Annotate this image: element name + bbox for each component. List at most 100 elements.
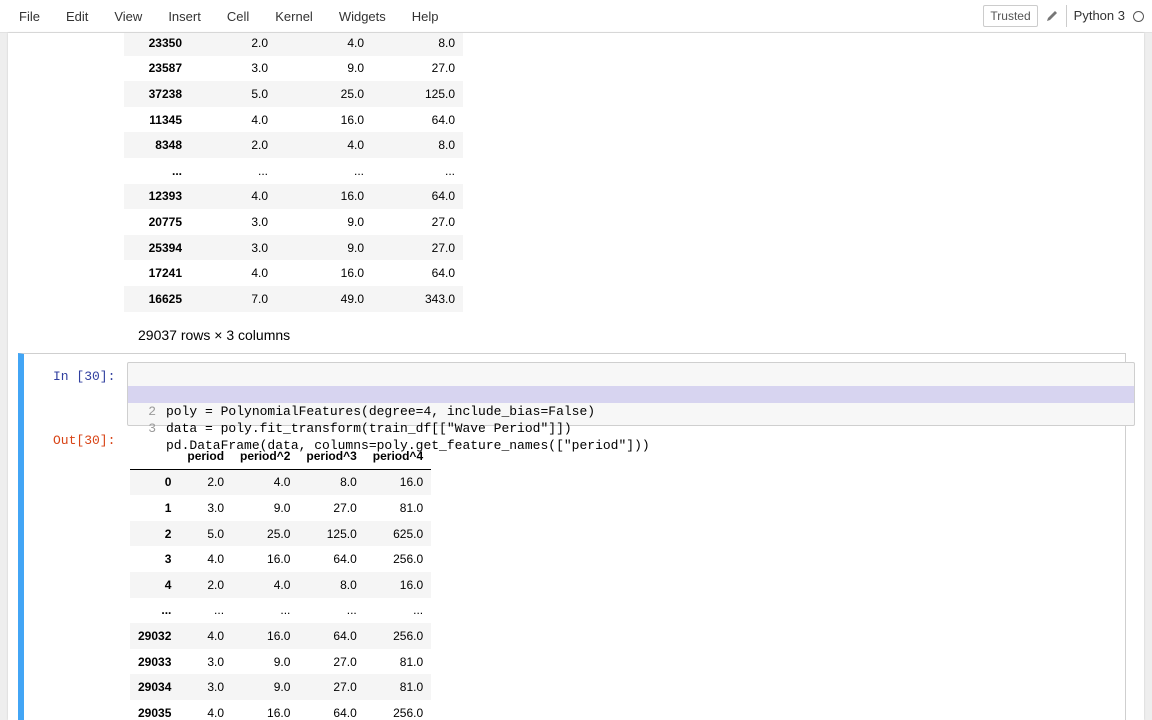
row-index: 12393 — [148, 189, 182, 204]
code-text[interactable]: data = poly.fit_transform(train_df[["Wav… — [166, 420, 572, 437]
table-cell: 25.0 — [340, 86, 364, 101]
table-cell: 16.0 — [399, 577, 424, 592]
table-row: 11345 4.0 16.0 64.0 — [124, 107, 463, 133]
table-cell: 4.0 — [251, 112, 268, 127]
menu-widgets[interactable]: Widgets — [326, 0, 399, 33]
kernel-name[interactable]: Python 3 — [1065, 5, 1125, 27]
rows-summary: 29037 rows × 3 columns — [138, 327, 291, 343]
table-header-row: period period^2 period^3 period^4 — [130, 443, 432, 470]
menu-cell[interactable]: Cell — [214, 0, 262, 33]
row-index: 23350 — [148, 35, 182, 50]
menu-file[interactable]: File — [0, 0, 53, 33]
table-cell: 7.0 — [251, 291, 268, 306]
code-line-active[interactable]: 2 data = poly.fit_transform(train_df[["W… — [128, 386, 1134, 436]
table-row: 29035 4.0 16.0 64.0 256.0 — [130, 700, 431, 720]
row-index: 3 — [164, 552, 172, 567]
table-cell: 9.0 — [347, 61, 364, 76]
table-row: ............ — [124, 158, 463, 184]
pencil-icon[interactable] — [1044, 8, 1060, 24]
row-index: 1 — [164, 500, 172, 515]
table-cell: 81.0 — [399, 500, 424, 515]
column-header: period — [179, 443, 233, 470]
table-cell: 3.0 — [251, 240, 268, 255]
column-header: period^2 — [232, 443, 299, 470]
table-cell: 4.0 — [273, 475, 291, 490]
table-cell: 3.0 — [207, 680, 225, 695]
table-row: 3 4.0 16.0 64.0 256.0 — [130, 546, 431, 572]
trusted-indicator[interactable]: Trusted — [983, 5, 1038, 27]
table-cell: 3.0 — [251, 214, 268, 229]
row-index: 0 — [164, 475, 172, 490]
table-cell: 16.0 — [267, 552, 291, 567]
table-row: 16625 7.0 49.0 343.0 — [124, 285, 463, 312]
table-cell: 16.0 — [399, 475, 424, 490]
table-cell: 9.0 — [273, 654, 291, 669]
menu-edit[interactable]: Edit — [53, 0, 101, 33]
table-cell: 625.0 — [393, 526, 424, 541]
code-editor[interactable]: 1 poly = PolynomialFeatures(degree=4, in… — [127, 362, 1135, 453]
table-row: 25394 3.0 9.0 27.0 — [124, 234, 463, 261]
table-cell: 256.0 — [393, 552, 424, 567]
row-index: 29032 — [138, 628, 172, 643]
table-cell: 64.0 — [333, 705, 357, 720]
menu-insert[interactable]: Insert — [155, 0, 214, 33]
table-cell: 81.0 — [399, 654, 424, 669]
row-index: 17241 — [148, 266, 182, 281]
table-cell: 49.0 — [340, 291, 364, 306]
table-cell: 2.0 — [207, 475, 225, 490]
menu-bar: File Edit View Insert Cell Kernel Widget… — [0, 0, 1152, 33]
table-cell: 3.0 — [207, 500, 225, 515]
column-header: period^3 — [298, 443, 365, 470]
column-header: period^4 — [364, 443, 432, 470]
table-cell: 16.0 — [340, 266, 364, 281]
table-cell: 64.0 — [333, 552, 357, 567]
table-cell: 4.0 — [207, 705, 225, 720]
table-cell: 9.0 — [347, 240, 364, 255]
notebook-page: 23350 2.0 4.0 8.0 23587 3.0 9.0 27.0 37238 5.0 25.… — [8, 33, 1144, 720]
table-row: 17241 4.0 16.0 64.0 — [124, 260, 463, 286]
code-cell[interactable]: In [30]: 1 poly = PolynomialFeatures(deg… — [18, 353, 1135, 720]
table-cell: 16.0 — [267, 705, 291, 720]
code-line[interactable]: 1 poly = PolynomialFeatures(degree=4, in… — [128, 369, 1134, 419]
table-cell: ... — [257, 163, 268, 178]
table-cell: 4.0 — [207, 552, 225, 567]
row-index: 4 — [164, 577, 172, 592]
table-cell: ... — [214, 603, 225, 618]
table-cell: 27.0 — [333, 654, 357, 669]
menu-view[interactable]: View — [101, 0, 155, 33]
table-cell: 8.0 — [438, 35, 455, 50]
table-cell: 2.0 — [251, 138, 268, 153]
table-cell: 343.0 — [424, 291, 455, 306]
menu-kernel[interactable]: Kernel — [262, 0, 326, 33]
previous-output-dataframe: 23350 2.0 4.0 8.0 23587 3.0 9.0 27.0 37238 5.0 25.… — [124, 33, 463, 312]
row-index: 11345 — [149, 112, 182, 127]
table-cell: 27.0 — [431, 214, 455, 229]
table-row: 4 2.0 4.0 8.0 16.0 — [130, 571, 432, 598]
table-cell: 125.0 — [326, 526, 357, 541]
table-cell: 4.0 — [273, 577, 291, 592]
row-index: 20775 — [148, 214, 182, 229]
table-cell: 5.0 — [251, 86, 268, 101]
table-cell: 64.0 — [431, 112, 455, 127]
table-cell: 256.0 — [393, 628, 424, 643]
table-row: 29032 4.0 16.0 64.0 256.0 — [130, 623, 432, 649]
table-row: 29033 3.0 9.0 27.0 81.0 — [130, 649, 431, 675]
table-row: 8348 2.0 4.0 8.0 — [124, 132, 463, 158]
table-cell: 2.0 — [251, 35, 268, 50]
table-cell: ... — [353, 163, 364, 178]
row-index: 23587 — [148, 61, 182, 76]
table-cell: 27.0 — [431, 61, 455, 76]
table-cell: 4.0 — [347, 138, 364, 153]
table-cell: 8.0 — [340, 577, 357, 592]
row-index: 8348 — [155, 138, 182, 153]
menu-help[interactable]: Help — [399, 0, 452, 33]
row-index: ... — [171, 163, 182, 178]
table-cell: 16.0 — [340, 189, 364, 204]
table-cell: 27.0 — [333, 500, 357, 515]
table-cell: 3.0 — [251, 61, 268, 76]
table-cell: 2.0 — [207, 577, 225, 592]
table-cell: 64.0 — [431, 266, 455, 281]
code-line[interactable]: 3 pd.DataFrame(data, columns=poly.get_fe… — [128, 403, 1134, 453]
table-row: 1 3.0 9.0 27.0 81.0 — [130, 495, 431, 521]
table-cell: 256.0 — [393, 705, 424, 720]
